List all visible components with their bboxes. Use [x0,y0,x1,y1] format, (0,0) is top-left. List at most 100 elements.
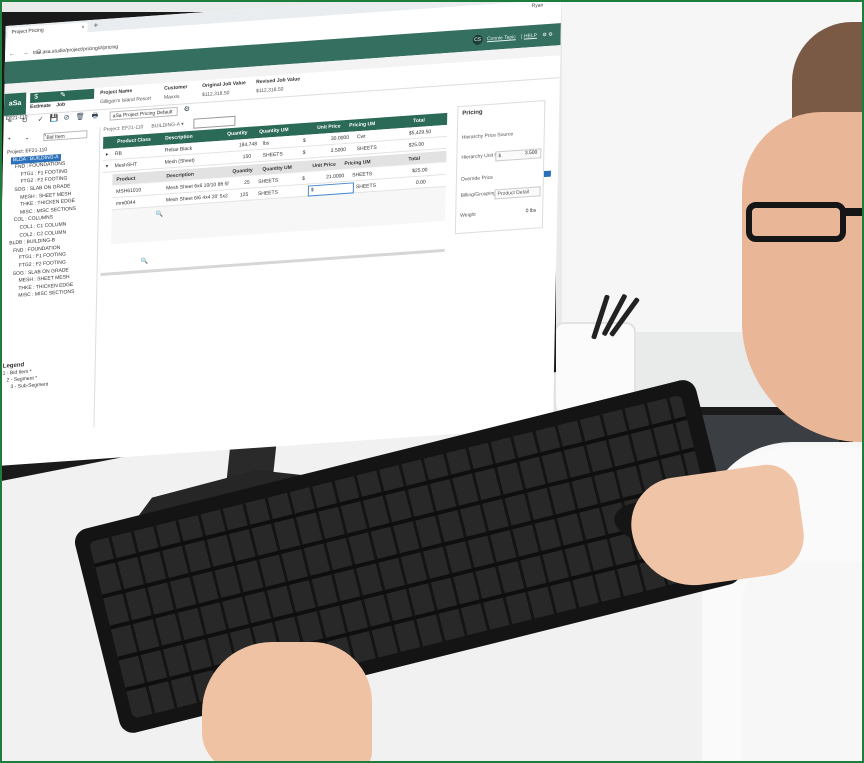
delete-icon[interactable]: 🗑 [76,112,85,121]
billing-method-select[interactable]: Product Detail [494,186,541,200]
cell-pricing-um: SHEETS [352,171,373,179]
field-label: Hierarchy Price Source [461,131,514,141]
project-name-value: Gilligan's Island Resort [99,95,152,106]
tree-filter-select[interactable]: Bid Item [43,130,88,142]
col-pricing-um[interactable]: Pricing UM [349,121,375,129]
col-quantity[interactable]: Quantity [227,130,247,137]
cell-product-class: RB [114,150,122,158]
cell-total: $25.00 [408,141,425,149]
project-breadcrumb: Project: EF21-110 [103,124,144,133]
cell-total: $5,429.50 [408,129,432,137]
cancel-icon[interactable]: ⊘ [64,113,70,121]
col-pricing-um[interactable]: Pricing UM [344,159,370,167]
cell-pricing-um: SHEETS [356,144,377,153]
new-tab-icon[interactable]: + [93,21,98,30]
tab-project-pricing[interactable]: Project Pricing × [7,22,88,38]
weight: Weight 0 lbs [460,207,540,219]
building-tab[interactable]: BUILDING-A ▾ [151,121,183,129]
field-value: 0 lbs [525,207,537,215]
cell-total: $25.00 [412,167,428,175]
cell-product: MSH61010 [116,187,142,196]
cell-total: 0.00 [415,179,426,187]
col-product[interactable]: Product [116,176,135,183]
print-icon[interactable]: 🖶 [92,111,99,122]
col-quantity-um[interactable]: Quantity UM [259,127,289,135]
original-job-value: $112,318.50 [201,90,230,99]
browser-window: Project Pricing × + – □ × Ryan ← → C tri… [2,2,562,467]
pricing-panel: Pricing Hierarchy Price Source Hierarchy… [454,100,546,235]
header-user-area: CS Connie Tepic | HELP ⚙ ⚙ [472,30,553,46]
search-icon[interactable]: 🔍 [141,258,149,266]
project-name-col: Project Name Gilligan's Island Resort [99,87,152,106]
cell-unit-price[interactable]: 30.0000 [331,135,349,142]
original-job-value-header: Original Job Value [202,80,246,90]
cell-currency: $ [302,149,306,156]
company-link[interactable]: Connie Tepic [487,34,516,42]
col-total[interactable]: Total [408,156,420,163]
office-scene: Project Pricing × + – □ × Ryan ← → C tri… [2,2,862,761]
col-quantity-um[interactable]: Quantity UM [262,165,292,173]
field-value: 3.500 [524,149,538,157]
unit-price-input[interactable]: $ [307,170,551,197]
settings-icon[interactable]: ⚙ ⚙ [542,32,552,39]
cell-pricing-um: SHEETS [355,182,376,191]
eyeglasses-arm [842,208,862,216]
cell-quantity-um: SHEETS [262,151,283,159]
horizontal-scrollbar[interactable] [100,248,445,276]
job-label: Job [56,101,66,109]
revised-job-value-col: Revised Job Value $112,318.50 [256,76,300,94]
cell-pricing-um: Cwt [356,133,366,141]
col-description[interactable]: Description [165,134,193,142]
gear-icon[interactable]: ⚙ [184,105,190,113]
cell-currency: $ [302,137,306,144]
override-price: Override Price [461,171,541,183]
cell-quantity-um: SHEETS [258,177,279,186]
bid-item-tree-panel: + ⌄ ^ Bid Item Project: EF21-110 BLDA : B… [2,127,101,435]
col-product-class[interactable]: Product Class [117,137,151,145]
cell-product-class: MeshSHT [114,161,137,170]
browser-profile-chip[interactable]: Ryan [532,2,544,9]
col-total[interactable]: Total [413,117,425,124]
cell-quantity-um: lbs [262,140,270,147]
avatar[interactable]: CS [472,34,483,46]
search-icon[interactable]: 🔍 [156,211,164,219]
check-icon[interactable]: ✓ [38,115,44,123]
cell-unit-price[interactable]: 21.0000 [326,173,344,180]
building-dropdown[interactable] [193,115,236,129]
field-label: Override Price [460,174,493,183]
cell-quantity: 150 [242,153,252,161]
customer-value: Maxxis [163,93,180,101]
bid-item-tree: Project: EF21-110 BLDA : BUILDING-A FND : … [4,145,77,302]
revised-job-value: $112,318.50 [255,86,284,95]
legend: Legend 1 - Bid Item * 2 - Segment * 3 - … [2,361,49,392]
menu-icon[interactable]: ≡ [8,117,12,124]
help-link[interactable]: HELP [524,33,537,40]
hierarchy-price-source: Hierarchy Price Source [462,129,542,141]
row-expand-icon[interactable]: ▾ [106,164,109,170]
monitor-screen: Project Pricing × + – □ × Ryan ← → C tri… [2,2,566,467]
col-unit-price[interactable]: Unit Price [312,162,335,170]
cell-description: Rebar Black [164,145,193,154]
col-quantity[interactable]: Quantity [232,167,252,174]
eyeglasses [746,202,846,242]
project-name-header: Project Name [100,88,133,97]
pricing-profile-select[interactable]: aSa Project Pricing Default [109,106,178,121]
row-expand-icon[interactable]: ▸ [106,152,109,158]
col-unit-price[interactable]: Unit Price [317,123,340,131]
cell-description: Mesh Sheet 6/6 4x4 20' 5x2 [165,193,228,204]
revised-job-value-header: Revised Job Value [256,76,301,86]
cell-currency: $ [302,175,306,182]
hierarchy-unit-price: Hierarchy Unit Price $ 3.500 [461,148,542,162]
col-description[interactable]: Description [166,172,194,180]
header-separator: | [521,33,523,40]
photo-frame: Project Pricing × + – □ × Ryan ← → C tri… [0,0,864,763]
refresh-icon[interactable]: ↻ [22,116,28,124]
save-icon[interactable]: 💾 [50,114,59,123]
cell-unit-price[interactable]: 3.5000 [331,147,346,154]
tab-close-icon[interactable]: × [81,22,85,32]
tab-title: Project Pricing [11,27,44,36]
cell-quantity-um: SHEETS [257,189,278,198]
customer-col: Customer Maxxis [164,84,188,101]
pricing-grid: Product Class Description Quantity Quant… [100,112,551,277]
customer-header: Customer [164,84,188,92]
